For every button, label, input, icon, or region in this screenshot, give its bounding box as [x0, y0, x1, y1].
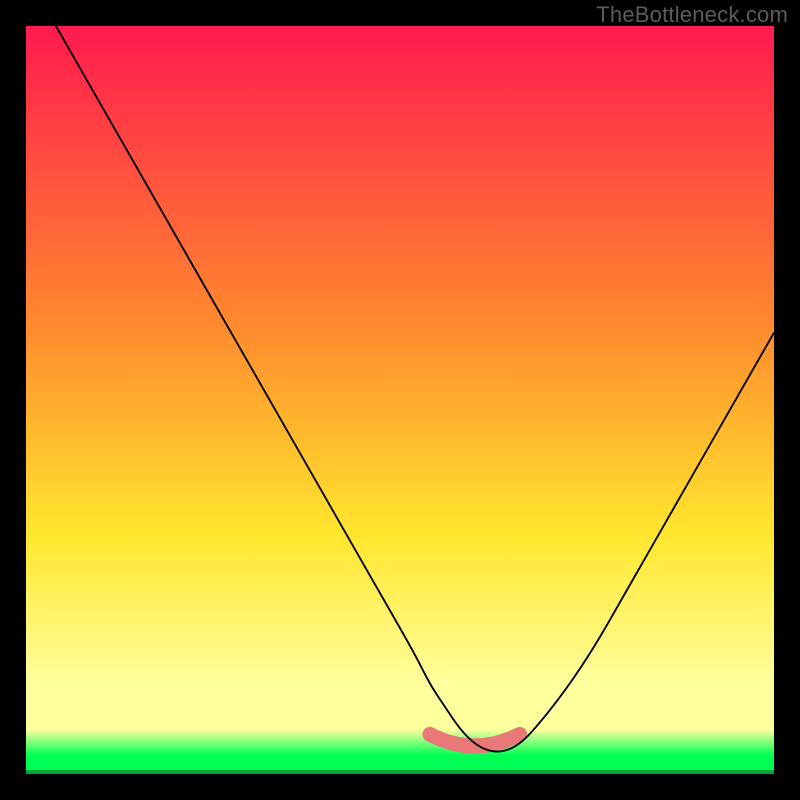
watermark-text: TheBottleneck.com: [596, 2, 788, 28]
bottleneck-curve: [56, 26, 774, 752]
curve-layer: [26, 26, 774, 774]
plot-area: [26, 26, 774, 774]
outer-frame: TheBottleneck.com: [0, 0, 800, 800]
